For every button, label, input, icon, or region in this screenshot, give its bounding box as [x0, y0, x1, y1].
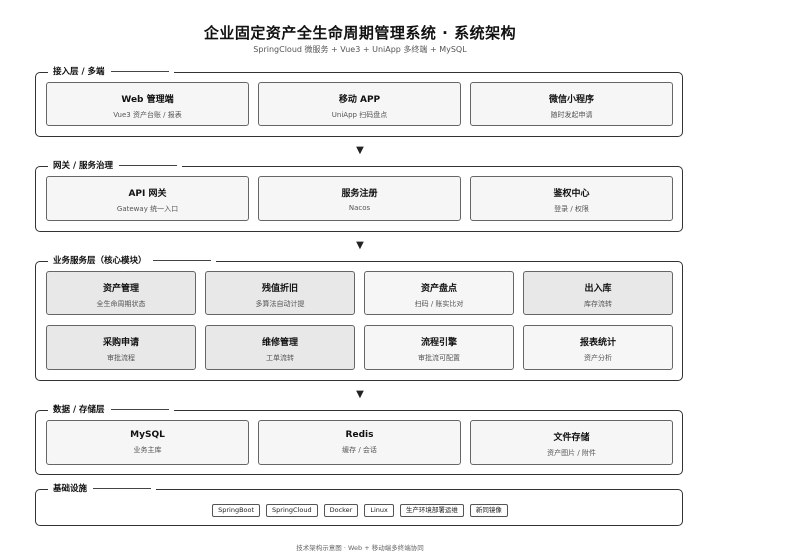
layer-label-business: 业务服务层（核心模块）	[48, 255, 216, 267]
tag-mirror: 新同镜像	[469, 504, 508, 517]
card-maintenance: 维修管理 工单流转	[205, 325, 355, 370]
card-title: 微信小程序	[548, 95, 594, 105]
card-subtitle: 业务主库	[133, 446, 162, 454]
page-title: 企业固定资产全生命周期管理系统 · 系统架构	[203, 24, 517, 42]
card-stock-in-out: 出入库 库存流转	[523, 271, 673, 315]
card-title: MySQL	[130, 430, 165, 440]
card-purchase-request: 采购申请 审批流程	[46, 325, 196, 370]
layer-label-gateway: 网关 / 服务治理	[48, 160, 183, 172]
card-subtitle: 登录 / 权限	[554, 205, 589, 213]
card-title: 鉴权中心	[553, 189, 590, 199]
card-api-gateway: API 网关 Gateway 统一入口	[46, 176, 249, 221]
card-title: 资产盘点	[420, 284, 457, 294]
card-mobile-app: 移动 APP UniApp 扫码盘点	[258, 82, 461, 126]
layer-label-infrastructure: 基础设施	[48, 483, 157, 495]
card-subtitle: UniApp 扫码盘点	[331, 111, 388, 119]
layer-infrastructure: 基础设施 SpringBoot SpringCloud Docker Linux…	[35, 483, 684, 526]
tag-docker: Docker	[323, 504, 359, 517]
card-title: 报表统计	[579, 338, 616, 348]
card-auth-center: 鉴权中心 登录 / 权限	[470, 176, 673, 221]
card-title: 文件存储	[553, 433, 590, 443]
footer-caption: 技术架构示意图 · Web + 移动端多终端协同	[296, 544, 424, 552]
card-subtitle: 多算法自动计提	[255, 300, 305, 308]
card-subtitle: 扫码 / 账实比对	[414, 300, 464, 308]
card-subtitle: Nacos	[348, 204, 371, 212]
card-subtitle: 缓存 / 会话	[342, 446, 377, 454]
card-title: 资产管理	[102, 284, 139, 294]
tag-production-ops: 生产环境部署运维	[399, 504, 464, 517]
card-web-admin: Web 管理端 Vue3 资产台账 / 报表	[46, 82, 249, 126]
layer-access: 接入层 / 多端 Web 管理端 Vue3 资产台账 / 报表 移动 APP U…	[35, 66, 683, 137]
tag-springboot: SpringBoot	[212, 504, 261, 517]
card-title: 移动 APP	[338, 95, 381, 105]
card-title: 服务注册	[341, 189, 378, 199]
tag-springcloud: SpringCloud	[266, 504, 318, 517]
card-subtitle: 随时发起申请	[550, 111, 593, 119]
card-subtitle: Gateway 统一入口	[116, 205, 179, 213]
card-title: 流程引擎	[420, 338, 457, 348]
arrow-down-icon: ▼	[356, 145, 364, 156]
tag-linux: Linux	[364, 504, 394, 517]
card-subtitle: 审批流程	[107, 354, 135, 362]
layer-business: 业务服务层（核心模块） 资产管理 全生命周期状态 残值折旧 多算法自动计提 资产…	[35, 255, 683, 381]
card-subtitle: 审批流可配置	[418, 354, 460, 362]
card-asset-management: 资产管理 全生命周期状态	[46, 271, 196, 315]
card-redis: Redis 缓存 / 会话	[258, 420, 461, 465]
card-subtitle: 资产分析	[584, 354, 612, 362]
arrow-down-icon: ▼	[356, 240, 364, 251]
card-subtitle: 库存流转	[584, 300, 612, 308]
card-subtitle: Vue3 资产台账 / 报表	[113, 111, 182, 119]
card-subtitle: 工单流转	[266, 354, 294, 362]
card-depreciation: 残值折旧 多算法自动计提	[205, 271, 355, 315]
page-subtitle: SpringCloud 微服务 + Vue3 + UniApp 多终端 + My…	[253, 45, 467, 54]
card-title: Redis	[345, 430, 374, 440]
card-title: 残值折旧	[261, 284, 298, 294]
card-workflow-engine: 流程引擎 审批流可配置	[364, 325, 514, 370]
card-title: API 网关	[128, 189, 167, 199]
card-subtitle: 资产图片 / 附件	[547, 449, 596, 457]
card-title: 出入库	[584, 284, 612, 294]
card-wechat-miniprogram: 微信小程序 随时发起申请	[470, 82, 673, 126]
layer-data: 数据 / 存储层 MySQL 业务主库 Redis 缓存 / 会话 文件存储 资…	[35, 404, 683, 475]
card-title: Web 管理端	[121, 95, 174, 105]
layer-label-data: 数据 / 存储层	[48, 404, 174, 416]
card-subtitle: 全生命周期状态	[96, 300, 146, 308]
layer-gateway: 网关 / 服务治理 API 网关 Gateway 统一入口 服务注册 Nacos…	[35, 160, 683, 232]
card-title: 维修管理	[261, 338, 298, 348]
card-asset-inventory: 资产盘点 扫码 / 账实比对	[364, 271, 514, 315]
card-mysql: MySQL 业务主库	[46, 420, 249, 465]
arrow-down-icon: ▼	[356, 389, 364, 400]
card-report-statistics: 报表统计 资产分析	[523, 325, 673, 370]
tag-list: SpringBoot SpringCloud Docker Linux 生产环境…	[36, 504, 684, 517]
layer-label-access: 接入层 / 多端	[48, 66, 174, 78]
card-service-registry: 服务注册 Nacos	[258, 176, 461, 221]
card-file-storage: 文件存储 资产图片 / 附件	[470, 420, 673, 465]
card-title: 采购申请	[102, 338, 139, 348]
